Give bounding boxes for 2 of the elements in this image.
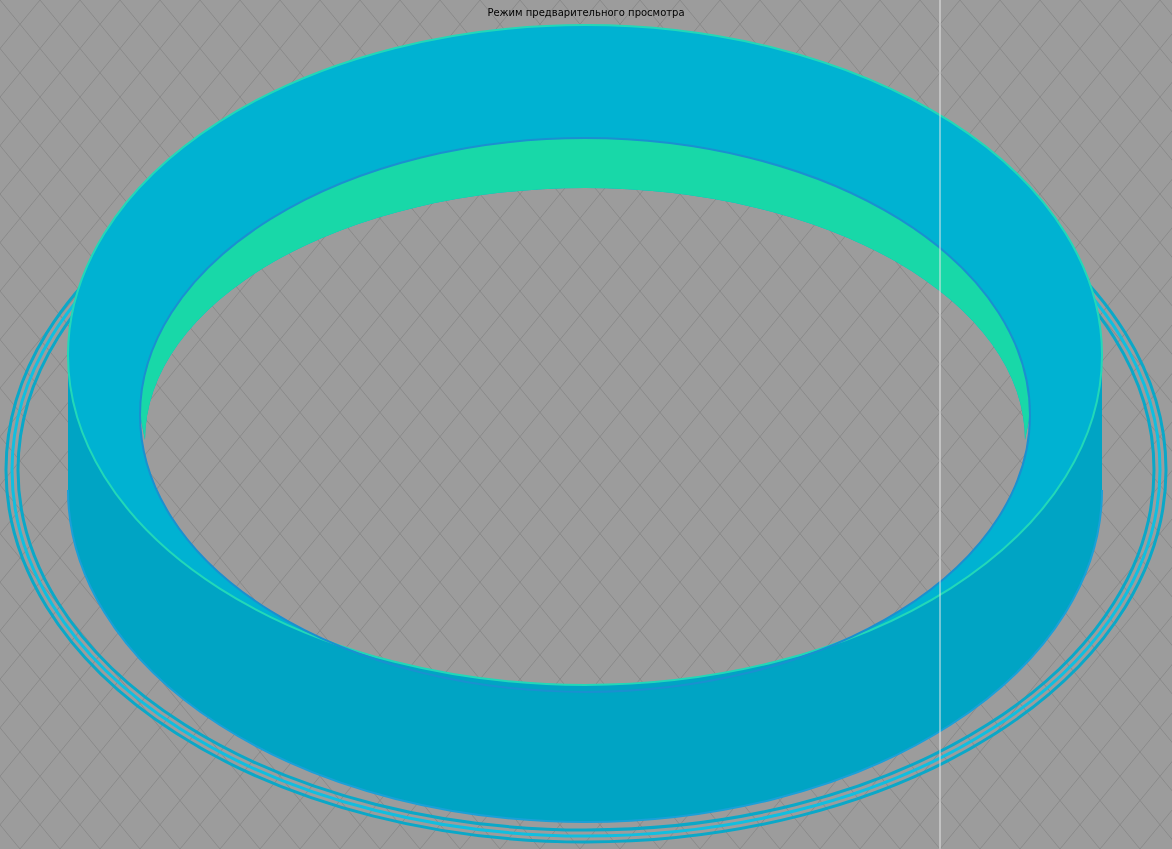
viewport-title: Режим предварительного просмотра bbox=[487, 7, 685, 18]
preview-viewport[interactable]: Режим предварительного просмотра bbox=[0, 0, 1172, 849]
